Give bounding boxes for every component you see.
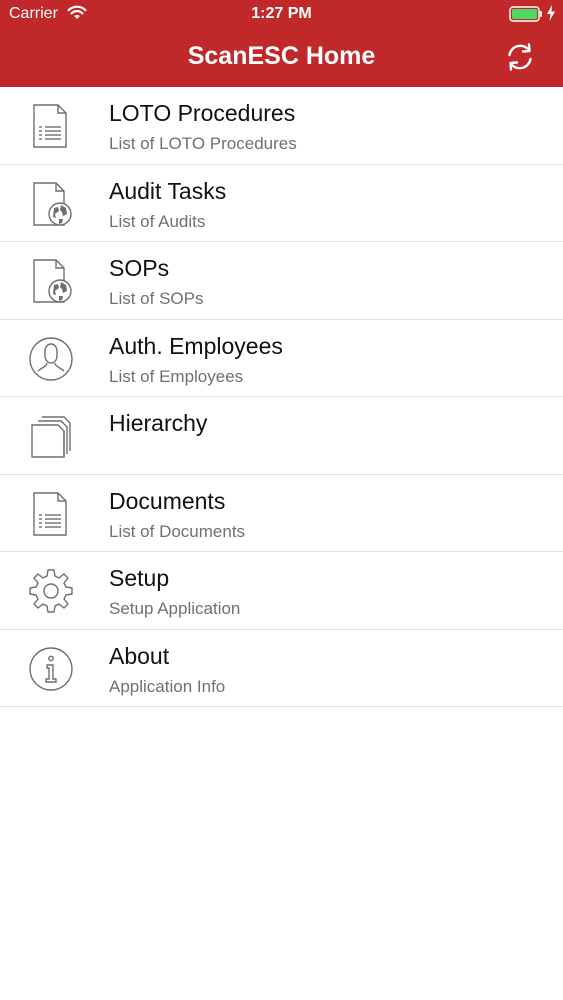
document-globe-icon — [28, 258, 74, 304]
info-circle-icon — [28, 646, 74, 692]
menu-item-title: Setup — [109, 565, 170, 591]
folders-stack-icon — [28, 413, 74, 459]
menu-item-subtitle: List of LOTO Procedures — [109, 134, 297, 153]
person-circle-icon — [28, 336, 74, 382]
menu-item-subtitle: Application Info — [109, 676, 226, 696]
menu-item-subtitle: List of Employees — [109, 366, 244, 386]
menu-item-title: Documents — [109, 487, 226, 514]
menu-item-audit-tasks[interactable]: Audit Tasks List of Audits — [0, 165, 563, 242]
menu-item-hierarchy[interactable]: Hierarchy — [0, 397, 563, 475]
menu-item-subtitle: List of Audits — [109, 211, 206, 231]
menu-item-subtitle: Setup Application — [109, 599, 241, 618]
menu-item-documents[interactable]: Documents List of Documents — [0, 475, 563, 552]
document-list-icon — [28, 103, 74, 149]
menu-item-loto-procedures[interactable]: LOTO Procedures List of LOTO Procedures — [0, 87, 563, 165]
menu-item-title: About — [109, 642, 170, 669]
menu-item-title: Hierarchy — [109, 410, 208, 436]
page-title: ScanESC Home — [187, 42, 376, 70]
menu-item-auth-employees[interactable]: Auth. Employees List of Employees — [0, 320, 563, 397]
status-bar: Carrier 1:27 PM — [0, 0, 563, 30]
menu-item-about[interactable]: About Application Info — [0, 630, 563, 707]
charging-bolt-icon — [546, 5, 556, 26]
refresh-icon[interactable] — [504, 41, 536, 78]
menu-item-sops[interactable]: SOPs List of SOPs — [0, 242, 563, 320]
menu-item-title: SOPs — [109, 255, 170, 281]
document-list-icon — [28, 491, 74, 537]
home-menu-list: LOTO Procedures List of LOTO Procedures … — [0, 87, 563, 707]
menu-item-setup[interactable]: Setup Setup Application — [0, 552, 563, 630]
menu-item-title: LOTO Procedures — [109, 100, 296, 126]
menu-item-title: Auth. Employees — [109, 332, 283, 359]
menu-item-title: Audit Tasks — [109, 177, 227, 204]
status-time: 1:27 PM — [251, 5, 312, 22]
menu-item-subtitle: List of Documents — [109, 521, 246, 541]
gear-icon — [28, 568, 74, 614]
battery-icon — [509, 6, 543, 27]
menu-item-subtitle: List of SOPs — [109, 289, 204, 308]
navigation-header: Carrier 1:27 PM ScanESC Home — [0, 0, 563, 87]
document-globe-icon — [28, 181, 74, 227]
